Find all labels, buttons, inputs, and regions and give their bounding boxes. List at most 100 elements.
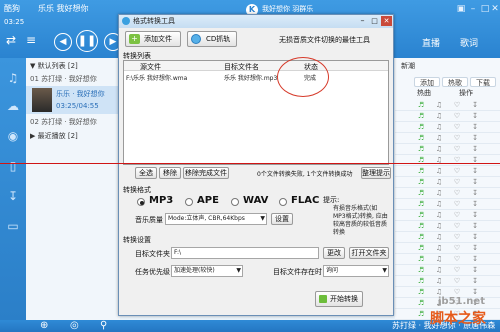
like-icon[interactable]: ♡ bbox=[453, 178, 461, 186]
headphone-icon[interactable]: ♬ bbox=[417, 145, 425, 153]
play-icon[interactable]: ♫ bbox=[435, 134, 443, 142]
like-icon[interactable]: ♡ bbox=[453, 233, 461, 241]
tab-lyrics[interactable]: 歌词 bbox=[460, 36, 478, 49]
play-icon[interactable]: ♫ bbox=[435, 167, 443, 175]
radio-flac[interactable] bbox=[279, 198, 287, 206]
headphone-icon[interactable]: ♬ bbox=[417, 167, 425, 175]
list-item[interactable]: 02 苏打绿 · 我好想你 bbox=[26, 116, 120, 128]
download-icon[interactable]: ↧ bbox=[471, 211, 479, 219]
headphone-icon[interactable]: ♬ bbox=[417, 101, 425, 109]
like-icon[interactable]: ♡ bbox=[453, 101, 461, 109]
like-icon[interactable]: ♡ bbox=[453, 167, 461, 175]
like-icon[interactable]: ♡ bbox=[453, 123, 461, 131]
list-item[interactable]: ♬ ♫ ♡ ↧ bbox=[395, 166, 500, 177]
remove-done-button[interactable]: 移除完成文件 bbox=[183, 167, 229, 179]
play-icon[interactable]: ♫ bbox=[435, 266, 443, 274]
download-icon[interactable]: ↧ bbox=[471, 178, 479, 186]
play-icon[interactable]: ♫ bbox=[435, 112, 443, 120]
download-icon[interactable]: ↧ bbox=[471, 167, 479, 175]
radio-wav[interactable] bbox=[231, 198, 239, 206]
headphone-icon[interactable]: ♬ bbox=[417, 134, 425, 142]
play-icon[interactable]: ♫ bbox=[435, 200, 443, 208]
close-icon[interactable]: ✕ bbox=[381, 16, 392, 26]
list-item[interactable]: ♬ ♫ ♡ ↧ bbox=[395, 210, 500, 221]
list-item[interactable]: ♬ ♫ ♡ ↧ bbox=[395, 122, 500, 133]
like-icon[interactable]: ♡ bbox=[453, 134, 461, 142]
headphone-icon[interactable]: ♬ bbox=[417, 255, 425, 263]
play-icon[interactable]: ♫ bbox=[435, 101, 443, 109]
like-icon[interactable]: ♡ bbox=[453, 255, 461, 263]
list-item[interactable]: ♬ ♫ ♡ ↧ bbox=[395, 155, 500, 166]
right-tab-add[interactable]: 添加 bbox=[414, 77, 440, 87]
list-item[interactable]: ♬ ♫ ♡ ↧ bbox=[395, 100, 500, 111]
cd-rip-button[interactable]: CD抓轨 bbox=[187, 31, 237, 47]
headphone-icon[interactable]: ♬ bbox=[417, 222, 425, 230]
list-item[interactable]: ♬ ♫ ♡ ↧ bbox=[395, 254, 500, 265]
headphone-icon[interactable]: ♬ bbox=[417, 211, 425, 219]
play-icon[interactable]: ♫ bbox=[435, 288, 443, 296]
add-icon[interactable]: ⊕ bbox=[40, 320, 48, 332]
change-folder-button[interactable]: 更改 bbox=[323, 247, 345, 259]
headphone-icon[interactable]: ♬ bbox=[417, 123, 425, 131]
locate-icon[interactable]: ◎ bbox=[70, 320, 79, 332]
play-icon[interactable]: ♫ bbox=[435, 222, 443, 230]
maximize-icon[interactable]: □ bbox=[480, 4, 490, 14]
list-item[interactable]: ♬ ♫ ♡ ↧ bbox=[395, 188, 500, 199]
open-folder-button[interactable]: 打开文件夹 bbox=[349, 247, 389, 259]
headphone-icon[interactable]: ♬ bbox=[417, 189, 425, 197]
headphone-icon[interactable]: ♬ bbox=[417, 200, 425, 208]
priority-select[interactable]: 加速处理(较快) ▼ bbox=[171, 265, 243, 277]
menu-icon[interactable]: ≡ bbox=[26, 33, 36, 47]
radio-icon[interactable]: ◉ bbox=[0, 126, 26, 146]
conversion-list[interactable]: 源文件 目标文件名 状态 F:\乐乐 我好想你.wma 乐乐 我好想你.mp3 … bbox=[123, 60, 389, 165]
list-item[interactable]: ♬ ♫ ♡ ↧ bbox=[395, 243, 500, 254]
cloud-icon[interactable]: ☁ bbox=[0, 96, 26, 116]
pause-icon[interactable]: ❚❚ bbox=[76, 30, 98, 52]
target-folder-field[interactable]: F:\ bbox=[171, 247, 319, 259]
right-tab-hot[interactable]: 热歌 bbox=[442, 77, 468, 87]
play-icon[interactable]: ♫ bbox=[435, 255, 443, 263]
phone-icon[interactable]: ▯ bbox=[0, 156, 26, 176]
repeat-icon[interactable]: ⇄ bbox=[6, 33, 16, 47]
radio-ape[interactable] bbox=[185, 198, 193, 206]
download-icon[interactable]: ↧ bbox=[471, 200, 479, 208]
download-icon[interactable]: ↧ bbox=[471, 244, 479, 252]
download-icon[interactable]: ↧ bbox=[0, 186, 26, 206]
list-item-playing[interactable]: 乐乐 · 我好想你 03:25/04:55 bbox=[26, 86, 120, 114]
headphone-icon[interactable]: ♬ bbox=[417, 244, 425, 252]
download-icon[interactable]: ↧ bbox=[471, 123, 479, 131]
radio-mp3[interactable] bbox=[137, 198, 145, 206]
download-icon[interactable]: ↧ bbox=[471, 189, 479, 197]
play-icon[interactable]: ♫ bbox=[435, 233, 443, 241]
like-icon[interactable]: ♡ bbox=[453, 277, 461, 285]
like-icon[interactable]: ♡ bbox=[453, 189, 461, 197]
playlist-group-recent[interactable]: ▶ 最近播放 [2] bbox=[26, 130, 120, 142]
settings-button[interactable]: 设置 bbox=[271, 213, 293, 225]
exists-select[interactable]: 询问 ▼ bbox=[323, 265, 389, 277]
play-icon[interactable]: ♫ bbox=[435, 189, 443, 197]
play-icon[interactable]: ♫ bbox=[435, 244, 443, 252]
headphone-icon[interactable]: ♬ bbox=[417, 299, 425, 307]
download-icon[interactable]: ↧ bbox=[471, 277, 479, 285]
list-item[interactable]: ♬ ♫ ♡ ↧ bbox=[395, 276, 500, 287]
list-item[interactable]: ♬ ♫ ♡ ↧ bbox=[395, 232, 500, 243]
list-item[interactable]: ♬ ♫ ♡ ↧ bbox=[395, 199, 500, 210]
prev-icon[interactable]: ◀ bbox=[54, 33, 72, 51]
headphone-icon[interactable]: ♬ bbox=[417, 288, 425, 296]
list-item[interactable]: ♬ ♫ ♡ ↧ bbox=[395, 133, 500, 144]
like-icon[interactable]: ♡ bbox=[453, 244, 461, 252]
download-icon[interactable]: ↧ bbox=[471, 112, 479, 120]
quality-select[interactable]: Mode:立体声, CBR,64Kbps ▼ bbox=[165, 213, 267, 225]
like-icon[interactable]: ♡ bbox=[453, 145, 461, 153]
like-icon[interactable]: ♡ bbox=[453, 211, 461, 219]
play-icon[interactable]: ♫ bbox=[435, 178, 443, 186]
download-icon[interactable]: ↧ bbox=[471, 266, 479, 274]
minimize-icon[interactable]: – bbox=[357, 16, 368, 26]
remove-button[interactable]: 移除 bbox=[159, 167, 181, 179]
headphone-icon[interactable]: ♬ bbox=[417, 310, 425, 318]
search-icon[interactable]: ⚲ bbox=[100, 320, 107, 332]
select-all-button[interactable]: 全选 bbox=[135, 167, 157, 179]
download-icon[interactable]: ↧ bbox=[471, 101, 479, 109]
maximize-icon[interactable]: □ bbox=[369, 16, 380, 26]
headphone-icon[interactable]: ♬ bbox=[417, 277, 425, 285]
